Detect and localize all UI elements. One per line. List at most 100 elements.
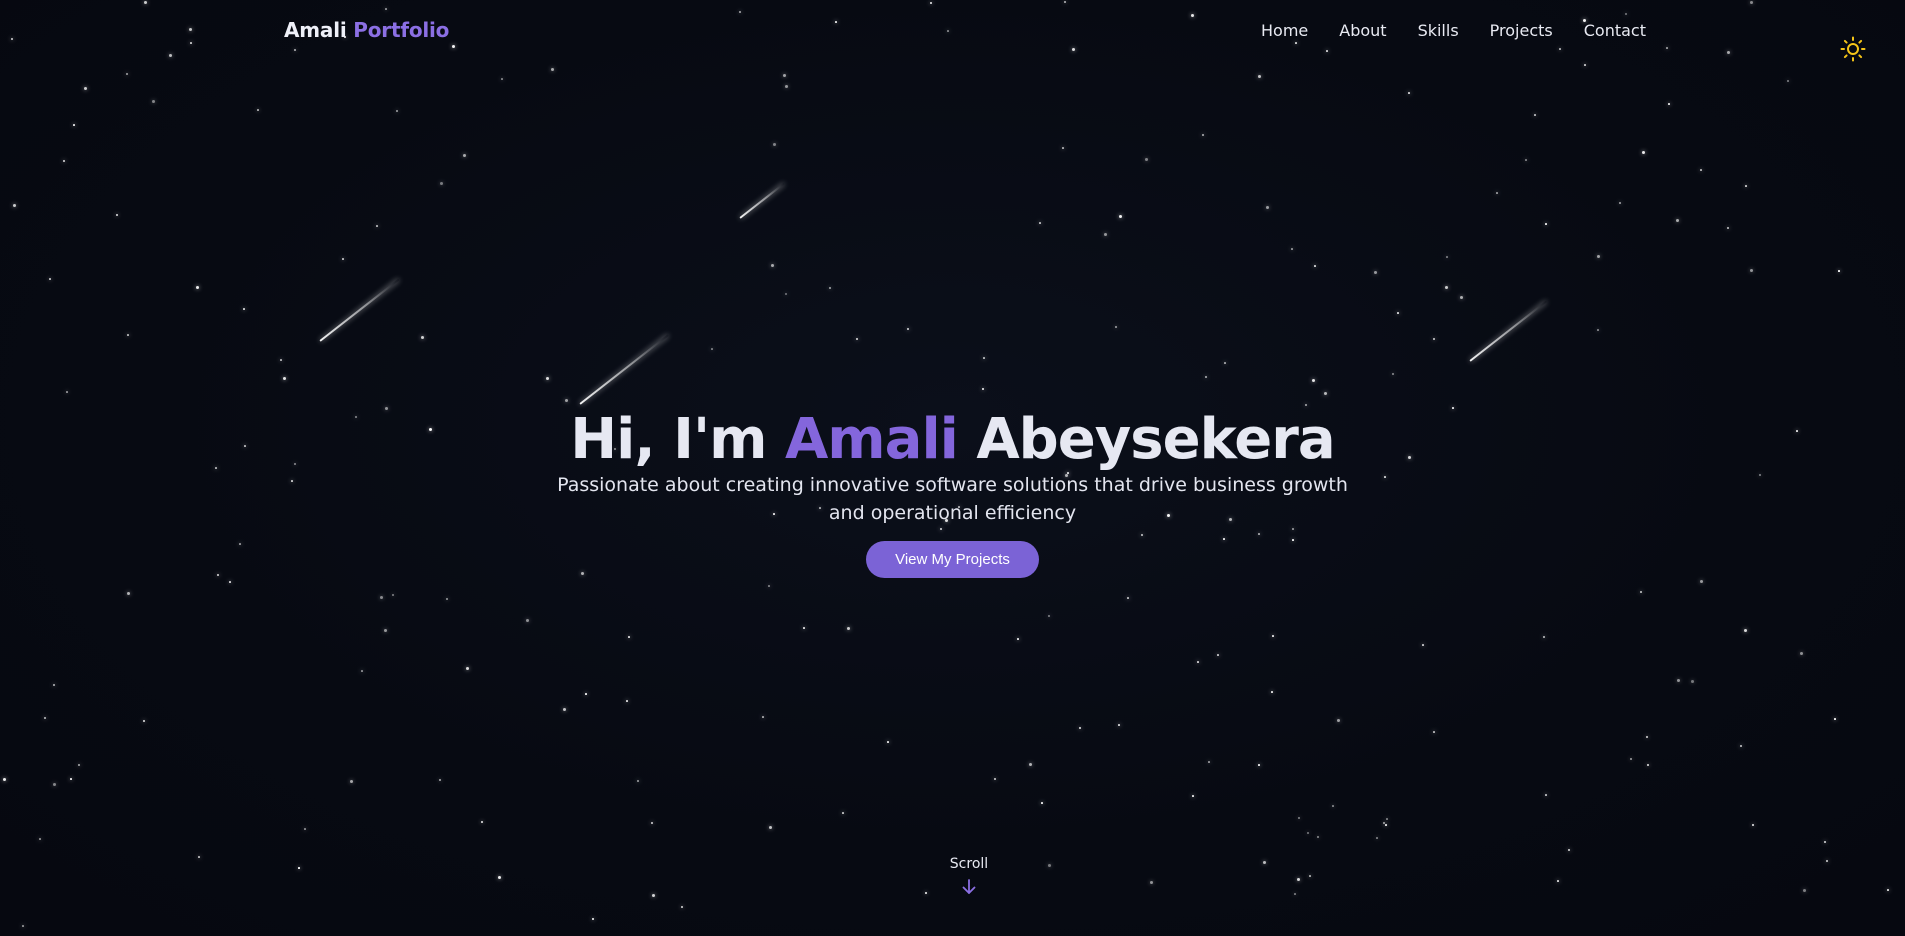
star <box>1834 718 1836 720</box>
brand-first: Amali <box>284 18 347 42</box>
star <box>1291 248 1293 250</box>
scroll-indicator[interactable]: Scroll <box>940 856 998 896</box>
star <box>466 667 469 670</box>
star <box>1127 597 1129 599</box>
nav-link-about[interactable]: About <box>1339 21 1386 40</box>
shooting-star <box>739 182 785 219</box>
star <box>361 670 363 672</box>
star <box>1446 256 1448 258</box>
star <box>1691 680 1694 683</box>
star <box>143 720 145 722</box>
star <box>1376 837 1378 839</box>
star <box>994 778 996 780</box>
star <box>1141 534 1143 536</box>
star <box>711 348 713 350</box>
star <box>1545 223 1547 225</box>
star <box>396 110 398 112</box>
star <box>1584 64 1586 66</box>
star <box>768 585 770 587</box>
star <box>581 572 584 575</box>
nav-link-projects[interactable]: Projects <box>1490 21 1553 40</box>
star <box>652 894 655 897</box>
nav-link-home[interactable]: Home <box>1261 21 1308 40</box>
star <box>925 892 927 894</box>
star <box>940 528 942 530</box>
star <box>1385 824 1387 826</box>
star <box>762 716 764 718</box>
star <box>1433 338 1435 340</box>
star <box>1740 745 1742 747</box>
star <box>1258 533 1260 535</box>
shooting-star <box>1469 300 1548 362</box>
star <box>1800 652 1803 655</box>
star <box>1062 147 1064 149</box>
star <box>421 336 424 339</box>
star <box>1803 889 1806 892</box>
star <box>342 258 344 260</box>
star <box>803 627 805 629</box>
star <box>116 214 118 216</box>
star <box>1646 736 1648 738</box>
star <box>887 741 889 743</box>
star <box>1272 635 1274 637</box>
star <box>1445 286 1448 289</box>
star <box>1202 134 1204 136</box>
star <box>1677 679 1680 682</box>
star <box>1597 255 1600 258</box>
star <box>1545 794 1547 796</box>
star <box>847 627 850 630</box>
star <box>1676 219 1679 222</box>
star <box>127 334 129 336</box>
star <box>563 708 566 711</box>
star <box>22 925 24 927</box>
nav-link-skills[interactable]: Skills <box>1418 21 1459 40</box>
star <box>1119 215 1122 218</box>
star <box>1750 269 1753 272</box>
nav-link-contact[interactable]: Contact <box>1584 21 1646 40</box>
shooting-star <box>319 278 400 342</box>
star <box>1700 169 1702 171</box>
star <box>1619 202 1621 204</box>
hero-last-name: Abeysekera <box>976 406 1335 472</box>
star <box>592 918 594 920</box>
star <box>1217 654 1219 656</box>
star <box>1017 638 1019 640</box>
star <box>501 78 503 80</box>
star <box>1433 731 1435 733</box>
view-projects-button[interactable]: View My Projects <box>866 541 1039 578</box>
star <box>439 779 441 781</box>
star <box>283 377 286 380</box>
star <box>1314 265 1316 267</box>
theme-toggle-button[interactable] <box>1840 36 1866 62</box>
star <box>1266 206 1269 209</box>
star <box>198 856 200 858</box>
star <box>773 143 776 146</box>
star <box>1374 271 1377 274</box>
star <box>526 619 529 622</box>
star <box>1826 860 1828 862</box>
star <box>1422 644 1424 646</box>
shooting-star <box>579 334 669 405</box>
star <box>1224 362 1226 364</box>
star <box>53 684 55 686</box>
star <box>1079 727 1081 729</box>
star <box>239 543 241 545</box>
star <box>73 124 75 126</box>
star <box>1392 373 1394 375</box>
brand-logo[interactable]: Amali Portfolio <box>284 18 449 42</box>
sun-icon <box>1840 36 1866 62</box>
star <box>628 636 630 638</box>
star <box>298 867 300 869</box>
star <box>70 778 72 780</box>
star <box>446 598 448 600</box>
star <box>196 286 199 289</box>
star <box>280 359 282 361</box>
scroll-label: Scroll <box>949 856 989 872</box>
hero-title: Hi, I'm Amali Abeysekera <box>0 404 1905 476</box>
star <box>769 826 772 829</box>
star <box>1744 629 1747 632</box>
star <box>785 293 787 295</box>
star <box>551 68 554 71</box>
star <box>1150 881 1153 884</box>
star <box>1525 159 1527 161</box>
